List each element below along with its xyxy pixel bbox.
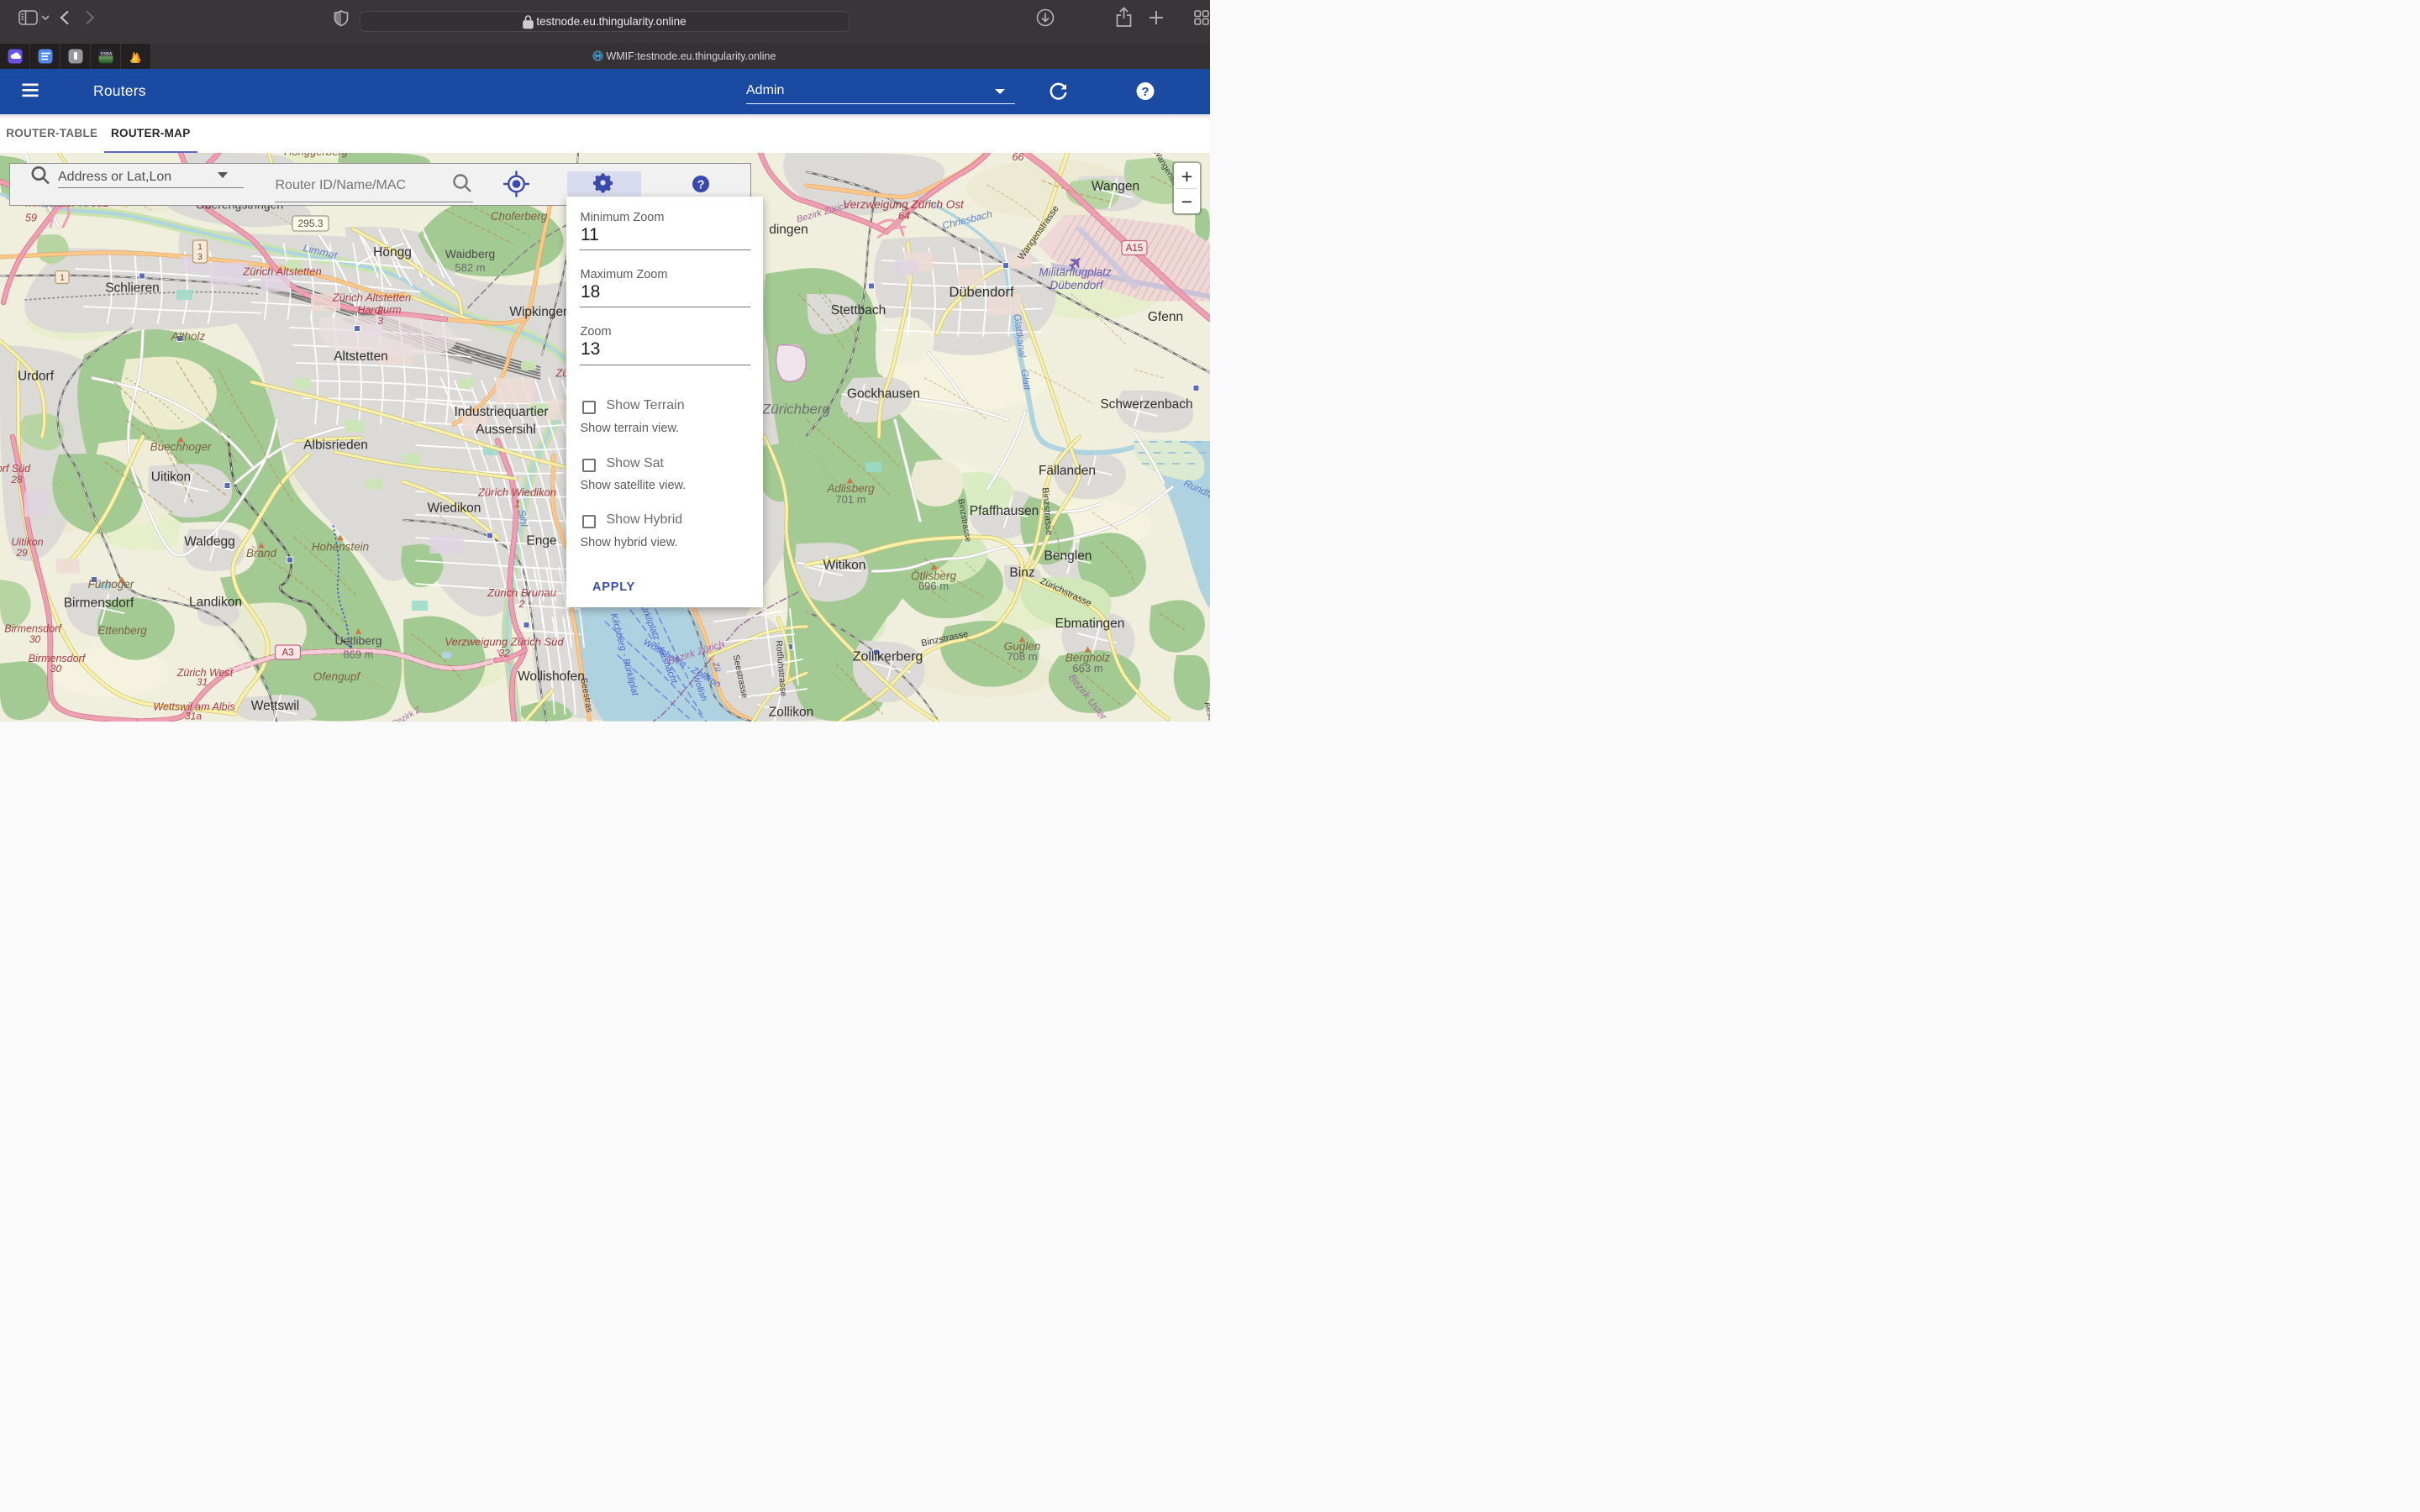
svg-text:Altstetten: Altstetten (334, 349, 388, 364)
svg-text:Ofengupf: Ofengupf (313, 670, 361, 683)
svg-text:Ebmatingen: Ebmatingen (1055, 617, 1125, 631)
svg-text:A15: A15 (1126, 244, 1143, 254)
svg-text:31: 31 (197, 676, 208, 688)
svg-text:Zürich Altstetten: Zürich Altstetten (242, 265, 321, 278)
svg-text:Fürhoger: Fürhoger (88, 578, 134, 591)
svg-text:Albisrieden: Albisrieden (303, 438, 368, 453)
svg-text:Hohenstein: Hohenstein (312, 541, 369, 554)
svg-text:dorf Süd: dorf Süd (0, 463, 31, 475)
svg-text:Ettenberg: Ettenberg (97, 624, 147, 637)
svg-text:Benglen: Benglen (1044, 549, 1092, 564)
svg-text:3: 3 (378, 317, 384, 327)
svg-text:Binz: Binz (1009, 566, 1034, 580)
svg-text:708 m: 708 m (1007, 650, 1037, 663)
svg-text:Zürichberg: Zürichberg (761, 402, 831, 417)
svg-text:Gfenn: Gfenn (1148, 310, 1183, 324)
svg-text:Gockhausen: Gockhausen (847, 387, 920, 402)
svg-text:Hardturm: Hardturm (357, 304, 401, 316)
svg-text:Birmensdorf: Birmensdorf (4, 623, 62, 635)
svg-text:32: 32 (498, 648, 510, 659)
svg-text:Honggerberg: Honggerberg (284, 153, 349, 158)
svg-text:Choferberg: Choferberg (491, 210, 548, 223)
svg-text:Wiedikon: Wiedikon (428, 501, 481, 516)
svg-text:Verzweigung Zürich Süd: Verzweigung Zürich Süd (445, 636, 564, 648)
svg-text:?: ? (697, 178, 705, 192)
svg-text:64: 64 (898, 210, 910, 222)
svg-text:Altholz: Altholz (171, 330, 206, 343)
svg-text:1: 1 (197, 243, 203, 252)
svg-text:Buechhoger: Buechhoger (150, 441, 212, 454)
svg-text:582 m: 582 m (455, 261, 485, 274)
svg-text:696 m: 696 m (918, 580, 949, 592)
svg-text:Uitikon: Uitikon (11, 537, 43, 549)
svg-text:Schwerzenbach: Schwerzenbach (1100, 397, 1192, 412)
svg-text:Witikon: Witikon (823, 559, 866, 573)
svg-text:30: 30 (50, 663, 62, 675)
svg-text:Schlieren: Schlieren (105, 281, 160, 296)
svg-text:dingen: dingen (769, 223, 808, 237)
svg-text:Verzweigung Zürich Ost: Verzweigung Zürich Ost (843, 198, 965, 211)
svg-text:Birmensdorf: Birmensdorf (64, 596, 134, 611)
svg-text:295.3: 295.3 (297, 218, 323, 229)
svg-text:Zollikerberg: Zollikerberg (853, 650, 923, 664)
svg-text:663 m: 663 m (1072, 662, 1102, 675)
svg-text:USDA: USDA (100, 52, 112, 56)
svg-text:A3: A3 (281, 648, 293, 659)
svg-text:701 m: 701 m (835, 493, 865, 506)
svg-text:Aussersihl: Aussersihl (476, 423, 536, 437)
svg-text:2: 2 (518, 598, 525, 610)
svg-text:Fällanden: Fällanden (1039, 464, 1096, 478)
svg-text:1: 1 (515, 498, 521, 510)
svg-text:Zollikon: Zollikon (769, 706, 813, 720)
svg-text:1: 1 (60, 274, 65, 283)
svg-text:Militärflugplatz: Militärflugplatz (1039, 266, 1112, 279)
svg-text:869 m: 869 m (343, 648, 373, 661)
svg-text:Waidberg: Waidberg (445, 247, 495, 260)
svg-text:59: 59 (25, 213, 37, 224)
svg-text:Wipkingen: Wipkingen (509, 305, 570, 319)
svg-text:28: 28 (10, 474, 23, 486)
svg-text:31a: 31a (185, 711, 202, 722)
svg-text:Zürich Altstetten: Zürich Altstetten (332, 291, 411, 304)
svg-text:Dübendorf: Dübendorf (949, 285, 1013, 300)
svg-text:Höngg: Höngg (373, 245, 412, 260)
svg-text:Waldegg: Waldegg (184, 535, 235, 549)
svg-text:Pfaffhausen: Pfaffhausen (970, 504, 1039, 518)
svg-text:Uitikon: Uitikon (151, 470, 191, 485)
svg-text:Urdorf: Urdorf (18, 370, 55, 384)
svg-text:Uetliberg: Uetliberg (334, 634, 381, 648)
svg-text:Landikon: Landikon (189, 596, 242, 610)
svg-text:Industriequartier: Industriequartier (454, 405, 548, 419)
svg-text:Brand: Brand (246, 547, 277, 559)
svg-text:Wettswil: Wettswil (251, 699, 299, 713)
svg-text:Zürich Brunau: Zürich Brunau (487, 586, 556, 599)
svg-text:Enge: Enge (526, 534, 556, 549)
svg-text:Stettbach: Stettbach (831, 303, 886, 318)
svg-text:Wollishofen: Wollishofen (518, 669, 585, 684)
svg-text:Wangen: Wangen (1092, 180, 1139, 194)
svg-text:Zürich Wiedikon: Zürich Wiedikon (477, 486, 556, 499)
svg-text:Dübendorf: Dübendorf (1050, 279, 1103, 291)
svg-text:66: 66 (1013, 153, 1024, 163)
svg-text:?: ? (1141, 85, 1149, 99)
svg-text:29: 29 (15, 547, 28, 559)
svg-text:30: 30 (29, 633, 41, 645)
svg-text:3: 3 (197, 253, 203, 262)
